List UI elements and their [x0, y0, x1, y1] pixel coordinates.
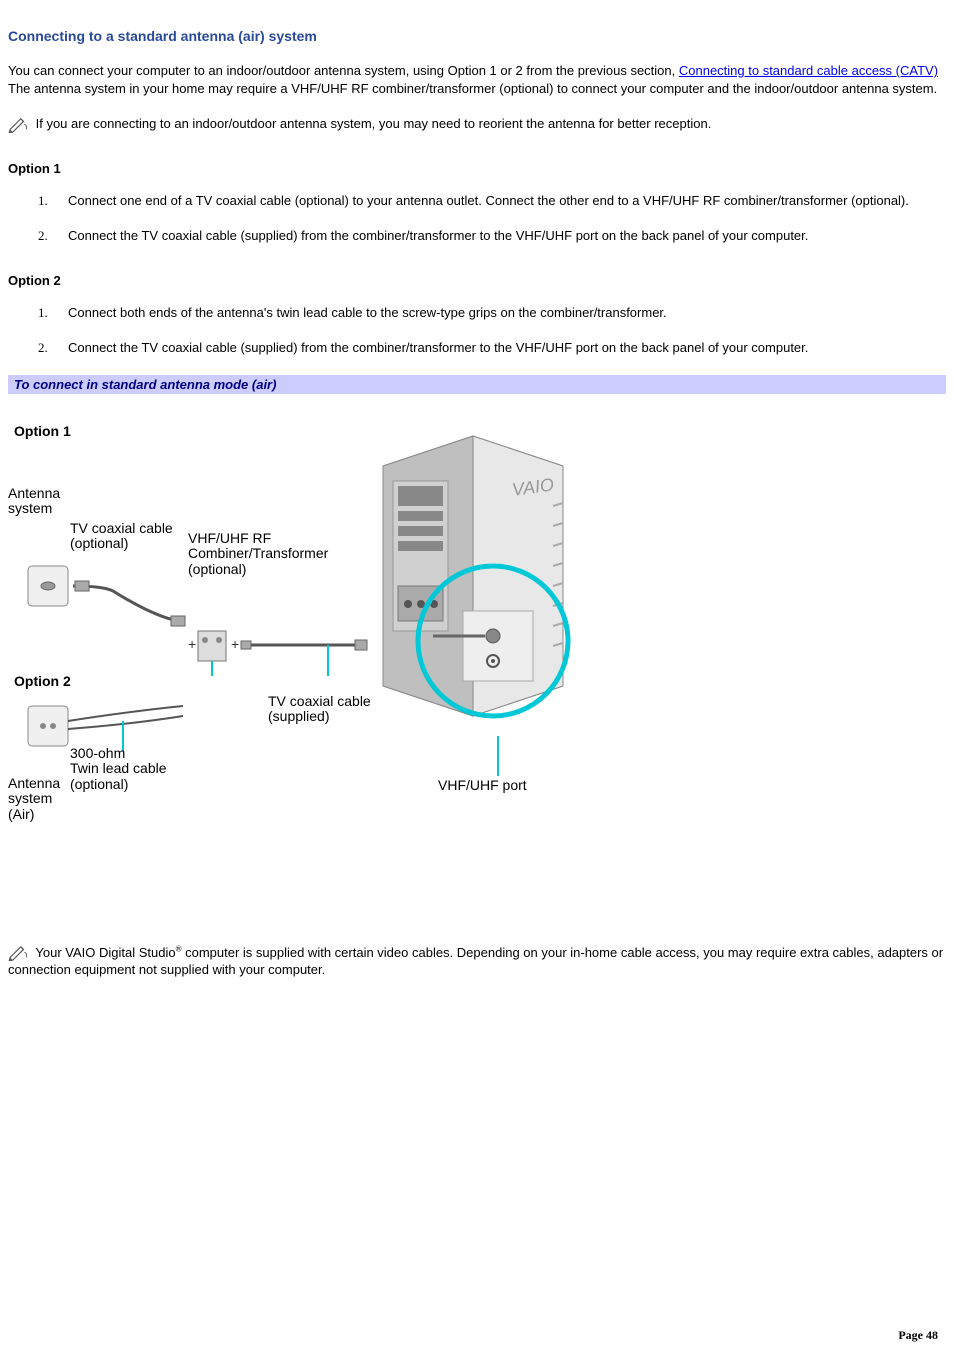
computer-tower-icon: VAIO [363, 426, 583, 726]
step-text: Connect one end of a TV coaxial cable (o… [68, 193, 909, 208]
step-number: 1. [38, 304, 48, 322]
list-item: 1. Connect one end of a TV coaxial cable … [38, 192, 946, 210]
note2-pre: Your VAIO Digital Studio [32, 945, 176, 960]
pencil-note-icon [8, 117, 30, 133]
fig-label-coax-optional: TV coaxial cable (optional) [70, 521, 173, 552]
list-item: 2. Connect the TV coaxial cable (supplied… [38, 227, 946, 245]
fig-label-twin-lead: 300-ohm Twin lead cable (optional) [70, 746, 167, 792]
list-item: 2. Connect the TV coaxial cable (supplied… [38, 339, 946, 357]
fig-label-opt1: Option 1 [14, 424, 71, 439]
step-number: 1. [38, 192, 48, 210]
step-text: Connect the TV coaxial cable (supplied) … [68, 228, 808, 243]
svg-text:+: + [188, 636, 196, 652]
catv-link[interactable]: Connecting to standard cable access (CAT… [679, 63, 938, 78]
step-text: Connect both ends of the antenna's twin … [68, 305, 667, 320]
page-footer: Page 48 [898, 1328, 938, 1343]
note-text: If you are connecting to an indoor/outdo… [32, 116, 711, 131]
option2-steps: 1. Connect both ends of the antenna's twi… [38, 304, 946, 357]
svg-text:+: + [231, 636, 239, 652]
connection-diagram: VAIO + + [8, 406, 588, 846]
fig-label-antenna-system: Antenna system [8, 486, 60, 517]
page-title: Connecting to a standard antenna (air) s… [8, 28, 946, 44]
note-reorient: If you are connecting to an indoor/outdo… [8, 115, 946, 133]
intro-post: The antenna system in your home may requ… [8, 81, 937, 96]
step-text: Connect the TV coaxial cable (supplied) … [68, 340, 808, 355]
fig-label-combiner: VHF/UHF RF Combiner/Transformer (optiona… [188, 531, 328, 577]
intro-pre: You can connect your computer to an indo… [8, 63, 679, 78]
fig-label-port: VHF/UHF port [438, 778, 527, 793]
intro-paragraph: You can connect your computer to an indo… [8, 62, 946, 97]
figure-caption: To connect in standard antenna mode (air… [8, 375, 946, 394]
step-number: 2. [38, 339, 48, 357]
note-cables: Your VAIO Digital Studio® computer is su… [8, 944, 946, 979]
pencil-note-icon [8, 945, 30, 961]
fig-label-coax-supplied: TV coaxial cable (supplied) [268, 694, 371, 725]
list-item: 1. Connect both ends of the antenna's twi… [38, 304, 946, 322]
option1-steps: 1. Connect one end of a TV coaxial cable … [38, 192, 946, 245]
step-number: 2. [38, 227, 48, 245]
option2-heading: Option 2 [8, 273, 946, 288]
option1-heading: Option 1 [8, 161, 946, 176]
fig-label-opt2: Option 2 [14, 674, 71, 689]
fig-label-antenna-air: Antenna system (Air) [8, 776, 60, 822]
page-label: Page [898, 1328, 926, 1342]
page-number: 48 [926, 1328, 938, 1342]
